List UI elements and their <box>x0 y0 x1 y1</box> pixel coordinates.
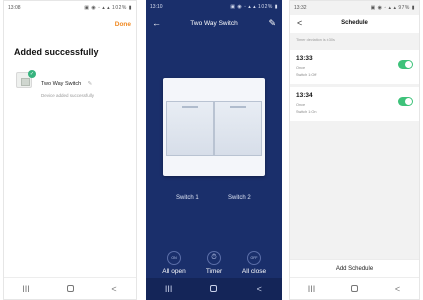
all-open-button[interactable]: ON All open <box>154 251 194 275</box>
back-button[interactable]: < <box>386 284 410 294</box>
status-bar: 13:10 ▣ ◉ ◦ ▴ ▴ 102% ▮ <box>146 0 282 14</box>
status-icons: ▣ ◉ ◦ ▴ ▴ 102% ▮ <box>84 5 132 11</box>
status-icons: ▣ ◉ ◦ ▴ ▴ 102% ▮ <box>230 4 278 10</box>
edit-pencil-icon[interactable]: ✎ <box>268 18 276 29</box>
switch-plate <box>163 78 265 176</box>
schedule-repeat: Once <box>296 103 306 107</box>
schedule-action: Switch 1:Off <box>296 73 317 77</box>
schedule-repeat: Once <box>296 66 306 70</box>
android-nav-bar: III < <box>290 277 419 299</box>
phone-schedule: 13:32 ▣ ◉ ◦ ▴ ▴ 97% ▮ < Schedule Timer d… <box>289 0 420 300</box>
switch-header: ← Two Way Switch ✎ <box>146 18 282 32</box>
status-bar: 13:32 ▣ ◉ ◦ ▴ ▴ 97% ▮ <box>290 1 419 15</box>
status-bar: 13:08 ▣ ◉ ◦ ▴ ▴ 102% ▮ <box>4 1 136 15</box>
back-button[interactable]: < <box>247 284 271 294</box>
switch-2-rocker[interactable] <box>214 101 262 156</box>
phone-switch-control: 13:10 ▣ ◉ ◦ ▴ ▴ 102% ▮ ← Two Way Switch … <box>146 0 282 300</box>
power-off-icon: OFF <box>247 251 261 265</box>
device-info: Two Way Switch ✎ Device added successful… <box>41 72 94 98</box>
all-close-label: All close <box>241 268 267 275</box>
add-schedule-button[interactable]: Add Schedule <box>290 259 419 277</box>
home-button[interactable] <box>343 284 367 294</box>
clock-icon: ⏱ <box>207 251 221 265</box>
recents-button[interactable]: III <box>300 284 324 294</box>
schedule-toggle[interactable] <box>398 97 413 106</box>
device-name: Two Way Switch <box>41 81 82 87</box>
home-icon <box>351 284 358 292</box>
recents-button[interactable]: III <box>14 284 38 294</box>
phone-added-successfully: 13:08 ▣ ◉ ◦ ▴ ▴ 102% ▮ Done Added succes… <box>3 0 137 300</box>
status-icons: ▣ ◉ ◦ ▴ ▴ 97% ▮ <box>370 5 415 11</box>
device-status: Device added successfully <box>41 93 95 98</box>
schedule-time: 13:34 <box>296 92 313 99</box>
switch-1-label: Switch 1 <box>176 195 199 201</box>
android-nav-bar: III < <box>146 278 282 300</box>
home-button[interactable] <box>202 284 226 294</box>
toggle-knob <box>405 61 412 68</box>
done-button[interactable]: Done <box>115 21 131 28</box>
device-title: Two Way Switch <box>190 20 238 27</box>
schedule-header: < Schedule <box>290 15 419 33</box>
switch-1-rocker[interactable] <box>166 101 214 156</box>
page-title: Added successfully <box>14 47 99 57</box>
schedule-time: 13:33 <box>296 55 313 62</box>
all-close-button[interactable]: OFF All close <box>234 251 274 275</box>
all-open-label: All open <box>162 268 186 275</box>
status-time: 13:08 <box>8 5 21 11</box>
schedule-item[interactable]: 13:34 Once Switch 1:On <box>290 87 419 121</box>
status-time: 13:32 <box>294 5 307 11</box>
android-nav-bar: III < <box>4 277 136 299</box>
home-button[interactable] <box>58 284 82 294</box>
schedule-toggle[interactable] <box>398 60 413 69</box>
check-icon: ✓ <box>28 70 36 78</box>
home-icon <box>66 284 74 292</box>
back-button[interactable]: < <box>102 284 126 294</box>
device-thumbnail: ✓ <box>16 70 36 88</box>
schedule-item[interactable]: 13:33 Once Switch 1:Off <box>290 50 419 84</box>
rocker-indicator <box>230 106 246 108</box>
status-time: 13:10 <box>150 4 163 10</box>
recents-button[interactable]: III <box>157 284 181 294</box>
toggle-knob <box>405 98 412 105</box>
power-on-icon: ON <box>167 251 181 265</box>
timer-button[interactable]: ⏱ Timer <box>194 251 234 275</box>
rocker-indicator <box>182 106 198 108</box>
page-title: Schedule <box>341 20 368 26</box>
timer-label: Timer <box>205 268 223 275</box>
schedule-action: Switch 1:On <box>296 110 317 114</box>
switch-2-label: Switch 2 <box>228 195 251 201</box>
timer-deviation-note: Timer deviation is ±30s <box>296 38 335 42</box>
edit-name-icon[interactable]: ✎ <box>88 81 93 87</box>
home-icon <box>210 285 218 292</box>
added-device-row[interactable]: ✓ Two Way Switch ✎ Device added successf… <box>16 70 94 98</box>
